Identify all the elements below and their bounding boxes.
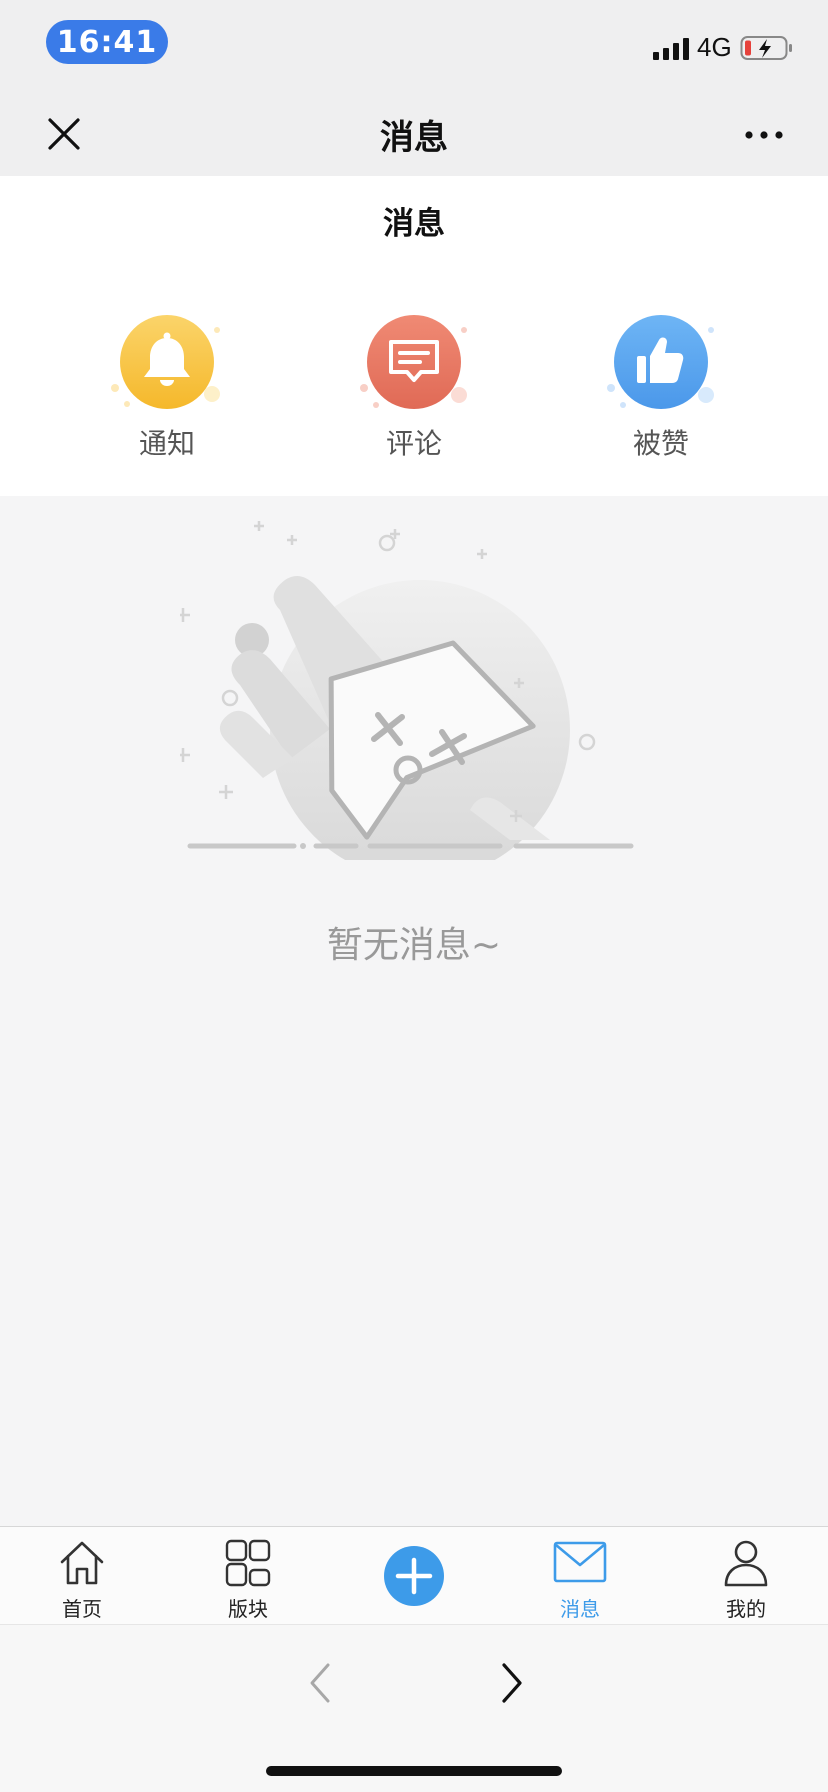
- mail-icon: [553, 1541, 607, 1583]
- nav-bar: 消息: [0, 88, 828, 176]
- battery-charging-icon: [740, 36, 792, 60]
- tab-home[interactable]: 首页: [22, 1527, 142, 1625]
- category-notify[interactable]: 通知: [97, 312, 237, 462]
- tab-label: 首页: [62, 1597, 102, 1621]
- network-type: 4G: [697, 32, 732, 62]
- bell-icon: [111, 315, 220, 409]
- tab-label: 我的: [726, 1597, 766, 1621]
- status-time: 16:41: [46, 20, 168, 64]
- more-icon[interactable]: [744, 128, 784, 142]
- status-bar: 16:41 4G: [0, 0, 828, 88]
- tab-label: 版块: [228, 1597, 268, 1621]
- category-like[interactable]: 被赞: [591, 312, 731, 462]
- tab-label: 消息: [560, 1597, 600, 1621]
- grid-icon: [225, 1539, 271, 1587]
- tab-bar: 首页 版块 消息 我的: [0, 1526, 828, 1624]
- category-comment[interactable]: 评论: [344, 312, 484, 462]
- comment-icon: [360, 315, 467, 409]
- category-label: 被赞: [632, 427, 689, 460]
- home-icon: [60, 1541, 104, 1585]
- home-indicator: [266, 1766, 562, 1776]
- plus-circle-icon: [384, 1546, 444, 1606]
- forward-arrow-icon[interactable]: [492, 1655, 532, 1711]
- signal-icon: [653, 36, 691, 60]
- category-label: 通知: [138, 427, 195, 460]
- tab-add[interactable]: [354, 1527, 474, 1625]
- page-title: 消息: [383, 206, 445, 242]
- empty-state-text: 暂无消息~: [326, 925, 502, 966]
- thumbs-up-icon: [607, 315, 714, 409]
- user-icon: [724, 1540, 768, 1587]
- category-label: 评论: [385, 427, 442, 460]
- tab-blocks[interactable]: 版块: [188, 1527, 308, 1625]
- tab-me[interactable]: 我的: [686, 1527, 806, 1625]
- browser-nav-bar: [0, 1624, 828, 1792]
- tab-messages[interactable]: 消息: [520, 1527, 640, 1625]
- empty-star-illustration: [180, 521, 634, 860]
- back-arrow-icon[interactable]: [300, 1655, 340, 1711]
- nav-title: 消息: [380, 118, 448, 158]
- message-header-panel: 消息 通知 评论 被赞: [0, 176, 828, 496]
